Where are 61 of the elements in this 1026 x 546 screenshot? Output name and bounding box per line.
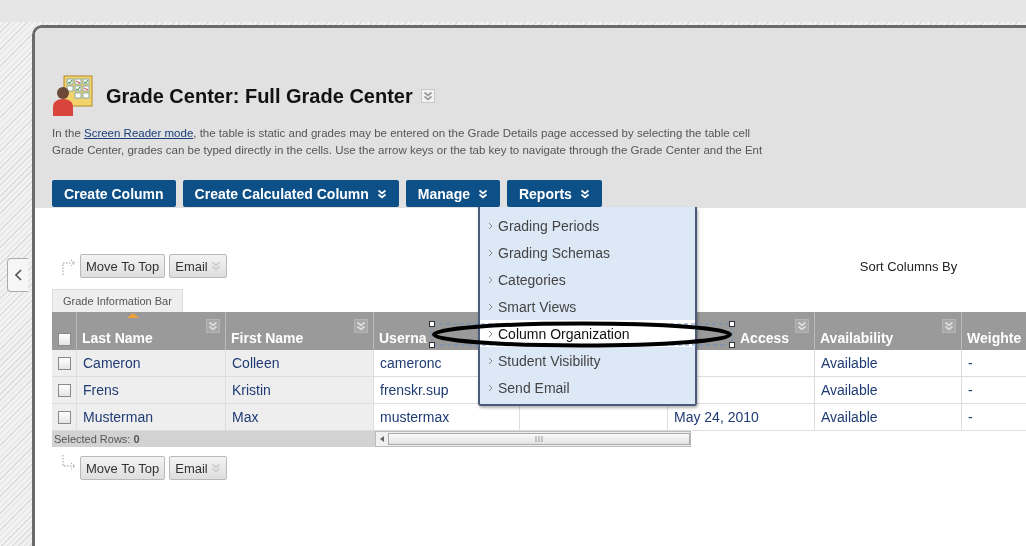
title-menu-button[interactable] (420, 89, 435, 103)
action-button[interactable]: Move To Top (80, 254, 166, 278)
double-chevron-icon (376, 188, 387, 199)
table-cell: - (962, 377, 1026, 404)
collapse-tab[interactable] (7, 258, 28, 292)
table-cell: - (962, 350, 1026, 377)
dropdown-button[interactable]: Email (169, 456, 227, 480)
table-cell[interactable]: Kristin (226, 377, 374, 404)
column-menu-button[interactable] (795, 319, 809, 333)
table-cell[interactable]: Musterman (77, 404, 226, 431)
chevron-icon (488, 221, 493, 230)
double-chevron-icon (356, 321, 366, 331)
table-cell[interactable]: Colleen (226, 350, 374, 377)
grade-information-tab[interactable]: Grade Information Bar (52, 289, 183, 312)
table-cell[interactable]: Frens (77, 377, 226, 404)
table-cell: - (962, 404, 1026, 431)
chevron-icon (488, 329, 493, 338)
menu-item[interactable]: Smart Views (480, 293, 695, 320)
chevron-icon (488, 383, 493, 392)
dropdown-button[interactable]: Manage (405, 180, 500, 207)
dropdown-button[interactable]: Create Calculated Column (182, 180, 399, 207)
table-cell: Available (815, 404, 962, 431)
description-text: In the Screen Reader mode, the table is static and grades may be entered on the Grade Details page accessed by selecting the table cell Grade Center, grades can be typed directly in the cells. Use the arrow keys or the tab key to navigate through the Grade Center and the Ent (52, 126, 764, 158)
menu-item[interactable]: Grading Schemas (480, 239, 695, 266)
page-title: Grade Center: Full Grade Center (106, 84, 413, 108)
selected-rows-count: Selected Rows: 0 (54, 433, 140, 445)
double-chevron-icon (210, 261, 221, 271)
column-menu-button[interactable] (942, 319, 956, 333)
sort-columns-label: Sort Columns By (859, 258, 958, 274)
checkbox[interactable] (57, 383, 71, 397)
double-chevron-icon (797, 321, 807, 331)
dropdown-button[interactable]: Email (169, 254, 227, 278)
action-button[interactable]: Create Column (52, 180, 176, 207)
gradebook-icon (52, 75, 94, 117)
checkbox[interactable] (57, 410, 71, 424)
dropdown-button[interactable]: Reports (506, 180, 602, 207)
double-chevron-icon (210, 463, 221, 473)
table-cell[interactable]: Cameron (77, 350, 226, 377)
column-menu-button[interactable] (206, 319, 220, 333)
double-chevron-icon (477, 188, 488, 199)
menu-item[interactable]: Categories (480, 266, 695, 293)
horizontal-scrollbar[interactable] (375, 431, 691, 447)
action-button[interactable]: Move To Top (80, 456, 166, 480)
column-menu-button[interactable] (354, 319, 368, 333)
double-chevron-icon (579, 188, 590, 199)
table-cell[interactable]: Max (226, 404, 374, 431)
chevron-icon (488, 302, 493, 311)
checkbox[interactable] (57, 356, 71, 370)
checkbox[interactable] (57, 333, 71, 346)
double-chevron-icon (208, 321, 218, 331)
double-chevron-icon (944, 321, 954, 331)
table-cell: Available (815, 377, 962, 404)
table-cell: Available (815, 350, 962, 377)
chevron-icon (488, 248, 493, 257)
chevron-icon (488, 356, 493, 365)
menu-item[interactable]: Grading Periods (480, 212, 695, 239)
double-chevron-icon (422, 91, 433, 101)
chevron-left-icon (14, 269, 22, 281)
grip-icon (535, 436, 543, 442)
chevron-icon (488, 275, 493, 284)
scroll-left-icon[interactable] (380, 436, 384, 442)
